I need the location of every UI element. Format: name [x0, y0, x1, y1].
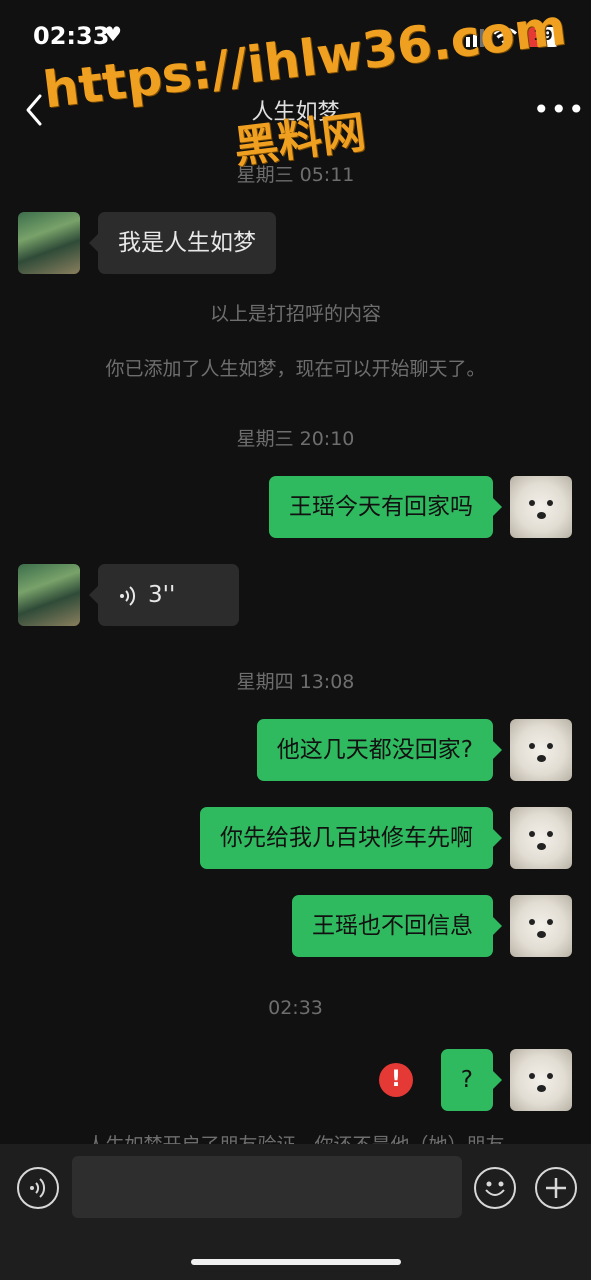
wifi-icon: [493, 27, 517, 46]
voice-duration: 3'': [148, 582, 176, 608]
outgoing-message-bubble[interactable]: 他这几天都没回家?: [256, 719, 503, 781]
voice-input-icon[interactable]: [17, 1167, 59, 1209]
outgoing-message-bubble[interactable]: ?: [440, 1049, 503, 1111]
incoming-message-bubble[interactable]: 我是人生如梦: [89, 212, 276, 274]
system-message: 你已添加了人生如梦，现在可以开始聊天了。: [105, 358, 486, 380]
outgoing-message-bubble[interactable]: 王瑶今天有回家吗: [269, 476, 502, 538]
battery-level: 19: [533, 28, 553, 44]
timestamp: 星期三 05:11: [236, 164, 355, 186]
contact-avatar[interactable]: [18, 212, 80, 274]
my-avatar[interactable]: [510, 807, 572, 869]
friend-verification-notice: 人生如梦开启了朋友验证，你还不是他（她）朋友: [0, 1130, 591, 1144]
my-avatar[interactable]: [510, 895, 572, 957]
timestamp: 星期三 20:10: [236, 428, 355, 450]
status-time: 02:33: [33, 22, 110, 50]
send-failed-icon[interactable]: !: [379, 1063, 413, 1097]
heart-icon: ♥: [104, 22, 122, 46]
message-input[interactable]: [72, 1156, 462, 1218]
input-bar: [0, 1144, 591, 1280]
timestamp: 02:33: [268, 997, 323, 1019]
emoji-icon[interactable]: [474, 1167, 516, 1209]
home-indicator: [191, 1259, 401, 1265]
my-avatar[interactable]: [510, 476, 572, 538]
contact-avatar[interactable]: [18, 564, 80, 626]
status-bar: 02:33 ♥ 19: [0, 0, 591, 74]
my-avatar[interactable]: [510, 1049, 572, 1111]
plus-icon[interactable]: [535, 1167, 577, 1209]
cellular-signal-icon: [459, 29, 484, 47]
outgoing-message-bubble[interactable]: 你先给我几百块修车先啊: [200, 807, 502, 869]
chat-title: 人生如梦: [251, 100, 340, 125]
more-options-icon[interactable]: •••: [533, 96, 586, 124]
my-avatar[interactable]: [510, 719, 572, 781]
chat-header: 人生如梦 •••: [0, 74, 591, 142]
system-message: 以上是打招呼的内容: [209, 303, 381, 325]
timestamp: 星期四 13:08: [236, 671, 355, 693]
battery-icon: 19: [526, 27, 560, 47]
outgoing-message-bubble[interactable]: 王瑶也不回信息: [292, 895, 502, 957]
voice-wave-icon: [120, 585, 136, 606]
voice-message-bubble[interactable]: 3'': [89, 564, 239, 626]
